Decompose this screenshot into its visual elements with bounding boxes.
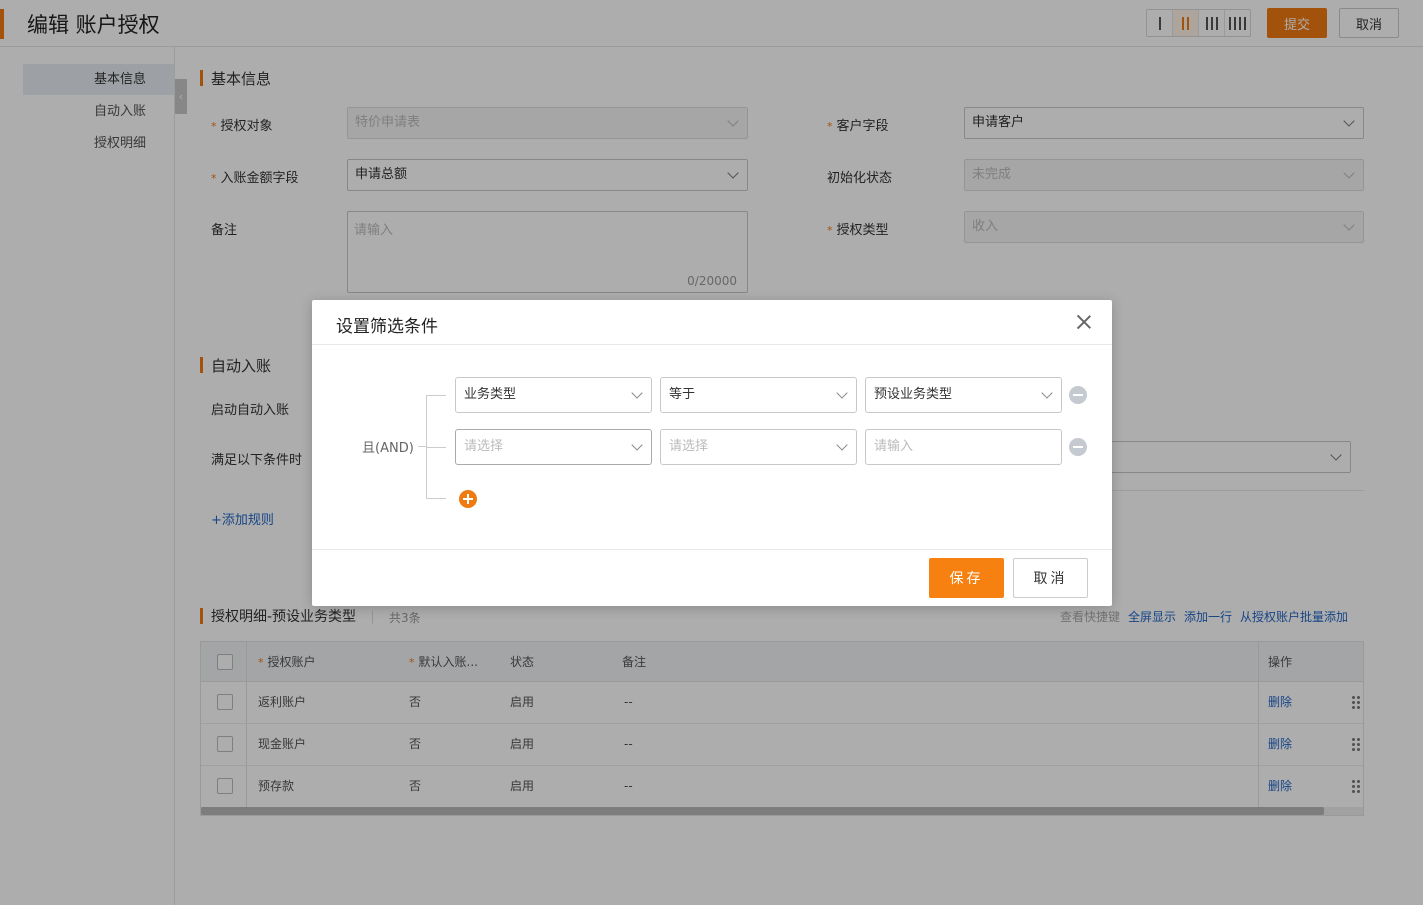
- chevron-down-icon: [631, 439, 643, 451]
- condition-operator-select[interactable]: 请选择: [660, 429, 857, 465]
- add-condition-icon[interactable]: [459, 490, 477, 508]
- chevron-down-icon: [836, 439, 848, 451]
- connector-line: [426, 447, 446, 448]
- chevron-down-icon: [1041, 387, 1053, 399]
- remove-condition-icon[interactable]: [1069, 386, 1087, 404]
- remove-condition-icon[interactable]: [1069, 438, 1087, 456]
- condition-field-select[interactable]: 请选择: [455, 429, 652, 465]
- condition-field-select[interactable]: 业务类型: [455, 377, 652, 413]
- save-button[interactable]: 保存: [929, 558, 1004, 598]
- filter-dialog: 设置筛选条件 且(AND) 业务类型 等于 预设业务类型 请选择 请选择 请输入…: [312, 300, 1112, 606]
- chevron-down-icon: [631, 387, 643, 399]
- close-icon[interactable]: [1074, 312, 1094, 332]
- dialog-cancel-button[interactable]: 取消: [1013, 558, 1088, 598]
- connector-line: [426, 498, 446, 499]
- chevron-down-icon: [836, 387, 848, 399]
- dialog-header: 设置筛选条件: [312, 300, 1112, 345]
- dialog-title: 设置筛选条件: [336, 317, 438, 337]
- logic-operator-label: 且(AND): [362, 441, 414, 456]
- condition-operator-select[interactable]: 等于: [660, 377, 857, 413]
- condition-value-select[interactable]: 预设业务类型: [865, 377, 1062, 413]
- condition-value-input[interactable]: 请输入: [865, 429, 1062, 465]
- connector-line: [426, 395, 446, 396]
